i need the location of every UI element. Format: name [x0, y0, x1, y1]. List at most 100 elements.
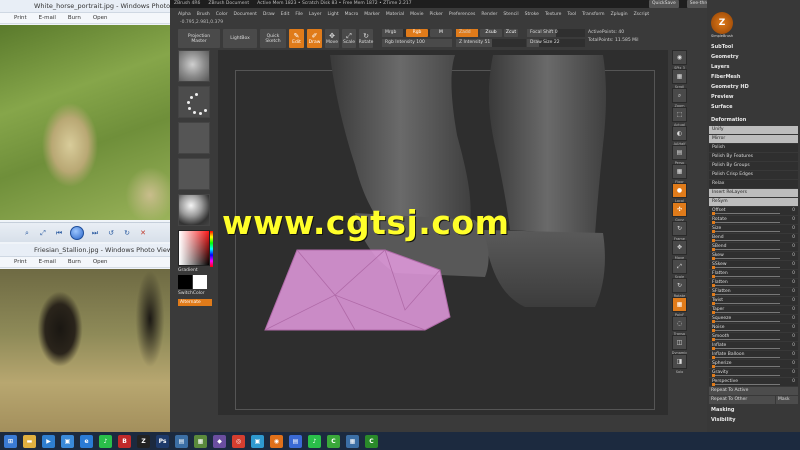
deformation-item[interactable]: Smooth 0: [709, 333, 798, 341]
edit-button[interactable]: ✎ Edit: [289, 29, 304, 48]
deformation-slider[interactable]: [712, 275, 780, 278]
deformation-slider[interactable]: [712, 320, 780, 323]
draw-size-slider[interactable]: Draw Size 22: [527, 39, 585, 47]
taskbar-app3-icon[interactable]: ◆: [213, 434, 226, 448]
menu-light[interactable]: Light: [327, 12, 338, 17]
deformation-item[interactable]: Relax: [709, 180, 798, 188]
taskbar-camtasia-icon[interactable]: C: [327, 434, 340, 448]
zoom-icon[interactable]: ⌕: [22, 228, 32, 238]
masking-header[interactable]: Masking: [707, 405, 800, 415]
rgb-intensity-slider[interactable]: Rgb Intensity 100: [382, 39, 452, 47]
menu-burn[interactable]: Burn: [68, 257, 81, 267]
repeat-to-active-button[interactable]: Repeat To Active: [709, 387, 798, 395]
menu-stroke[interactable]: Stroke: [525, 12, 539, 17]
menu-email[interactable]: E-mail: [39, 13, 56, 23]
menu-print[interactable]: Print: [14, 13, 27, 23]
deformation-item[interactable]: Squeeze 0: [709, 315, 798, 323]
deformation-item[interactable]: Skew 0: [709, 252, 798, 260]
menu-draw[interactable]: Draw: [263, 12, 275, 17]
deformation-item[interactable]: Perspective 0: [709, 378, 798, 386]
deformation-slider[interactable]: [712, 266, 780, 269]
move-button[interactable]: ✥ Move: [325, 29, 339, 48]
draw-button[interactable]: ✐ Draw: [307, 29, 322, 48]
layers-header[interactable]: Layers: [707, 62, 800, 72]
deformation-slider[interactable]: [712, 365, 780, 368]
switch-color-label[interactable]: SwitchColor: [178, 291, 212, 296]
taskbar-ps-icon[interactable]: Ps: [156, 434, 169, 448]
shelf-button-13[interactable]: ▦ PolyF: [672, 297, 687, 317]
menu-stencil[interactable]: Stencil: [503, 12, 518, 17]
deformation-item[interactable]: Polish By Groups: [709, 162, 798, 170]
menu-burn[interactable]: Burn: [68, 13, 81, 23]
deformation-item[interactable]: Polish: [709, 144, 798, 152]
surface-header[interactable]: Surface: [707, 102, 800, 112]
taskbar-camtasia2-icon[interactable]: C: [365, 434, 378, 448]
deformation-item[interactable]: Gravity 0: [709, 369, 798, 377]
deformation-item[interactable]: Inflate Balloon 0: [709, 351, 798, 359]
shelf-button-6[interactable]: ▦ Floor: [672, 164, 687, 184]
delete-icon[interactable]: ✕: [138, 228, 148, 238]
rgb-toggle[interactable]: Rgb: [406, 29, 428, 37]
deformation-item[interactable]: Size 0: [709, 225, 798, 233]
deformation-slider[interactable]: [712, 212, 780, 215]
menu-macro[interactable]: Macro: [345, 12, 359, 17]
menu-alpha[interactable]: Alpha: [178, 12, 191, 17]
taskbar-spotify-icon[interactable]: ♪: [99, 434, 112, 448]
shelf-button-5[interactable]: ▤ Persp: [672, 145, 687, 165]
geometry-header[interactable]: Geometry: [707, 52, 800, 62]
deformation-item[interactable]: ReSym: [709, 198, 798, 206]
fit-icon[interactable]: ⤢: [38, 228, 48, 238]
scale-button[interactable]: ⤢ Scale: [342, 29, 356, 48]
menu-marker[interactable]: Marker: [364, 12, 380, 17]
deformation-item[interactable]: Insert ReLayers: [709, 189, 798, 197]
shelf-button-9[interactable]: ↻ Frame: [672, 221, 687, 241]
rotate-right-icon[interactable]: ↻: [122, 228, 132, 238]
menu-transform[interactable]: Transform: [582, 12, 604, 17]
menu-movie[interactable]: Movie: [410, 12, 423, 17]
shelf-button-16[interactable]: ◨ Solo: [672, 354, 687, 374]
menu-document[interactable]: Document: [234, 12, 257, 17]
deformation-slider[interactable]: [712, 221, 780, 224]
visibility-header[interactable]: Visibility: [707, 415, 800, 425]
stroke-thumbnail[interactable]: [178, 86, 210, 118]
deformation-item[interactable]: Polish By Features: [709, 153, 798, 161]
menu-material[interactable]: Material: [386, 12, 404, 17]
deformation-slider[interactable]: [712, 248, 780, 251]
taskbar-app5-icon[interactable]: ▤: [289, 434, 302, 448]
preview-header[interactable]: Preview: [707, 92, 800, 102]
alpha-thumbnail[interactable]: [178, 122, 210, 154]
taskbar-app6-icon[interactable]: ▦: [346, 434, 359, 448]
deformation-item[interactable]: SFlatten 0: [709, 288, 798, 296]
menu-color[interactable]: Color: [216, 12, 228, 17]
shelf-button-11[interactable]: ⤢ Scale: [672, 259, 687, 279]
material-thumbnail[interactable]: [178, 194, 210, 226]
focal-shift-slider[interactable]: Focal Shift 0: [527, 29, 585, 37]
menu-zplugin[interactable]: Zplugin: [611, 12, 628, 17]
menu-preferences[interactable]: Preferences: [449, 12, 475, 17]
fibermesh-header[interactable]: FiberMesh: [707, 72, 800, 82]
geometry-hd-header[interactable]: Geometry HD: [707, 82, 800, 92]
color-swatches[interactable]: [178, 275, 212, 289]
shelf-button-2[interactable]: ⌕ Zoom: [672, 88, 687, 108]
menu-print[interactable]: Print: [14, 257, 27, 267]
quicksave-button[interactable]: QuickSave: [648, 0, 679, 8]
brush-thumbnail[interactable]: [178, 50, 210, 82]
taskbar-ie-icon[interactable]: e: [80, 434, 93, 448]
lightbox-button[interactable]: LightBox: [223, 29, 257, 48]
rotate-button[interactable]: ↻ Rotate: [359, 29, 373, 48]
zadd-toggle[interactable]: Zadd: [456, 29, 478, 37]
deformation-header[interactable]: Deformation: [707, 115, 800, 125]
deformation-item[interactable]: Noise 0: [709, 324, 798, 332]
shelf-button-4[interactable]: ◐ AAHalf: [672, 126, 687, 146]
menu-zscript[interactable]: Zscript: [634, 12, 650, 17]
subtool-header[interactable]: SubTool: [707, 42, 800, 52]
taskbar-zbrush-icon[interactable]: Z: [137, 434, 150, 448]
taskbar-explorer-icon[interactable]: ▬: [23, 434, 36, 448]
deformation-slider[interactable]: [712, 347, 780, 350]
taskbar-b-icon[interactable]: B: [118, 434, 131, 448]
deformation-slider[interactable]: [712, 383, 780, 386]
shelf-button-15[interactable]: ◫ Dynamic: [672, 335, 687, 355]
taskbar-app2-icon[interactable]: ▦: [194, 434, 207, 448]
deformation-item[interactable]: Inflate 0: [709, 342, 798, 350]
deformation-item[interactable]: SSkew 0: [709, 261, 798, 269]
